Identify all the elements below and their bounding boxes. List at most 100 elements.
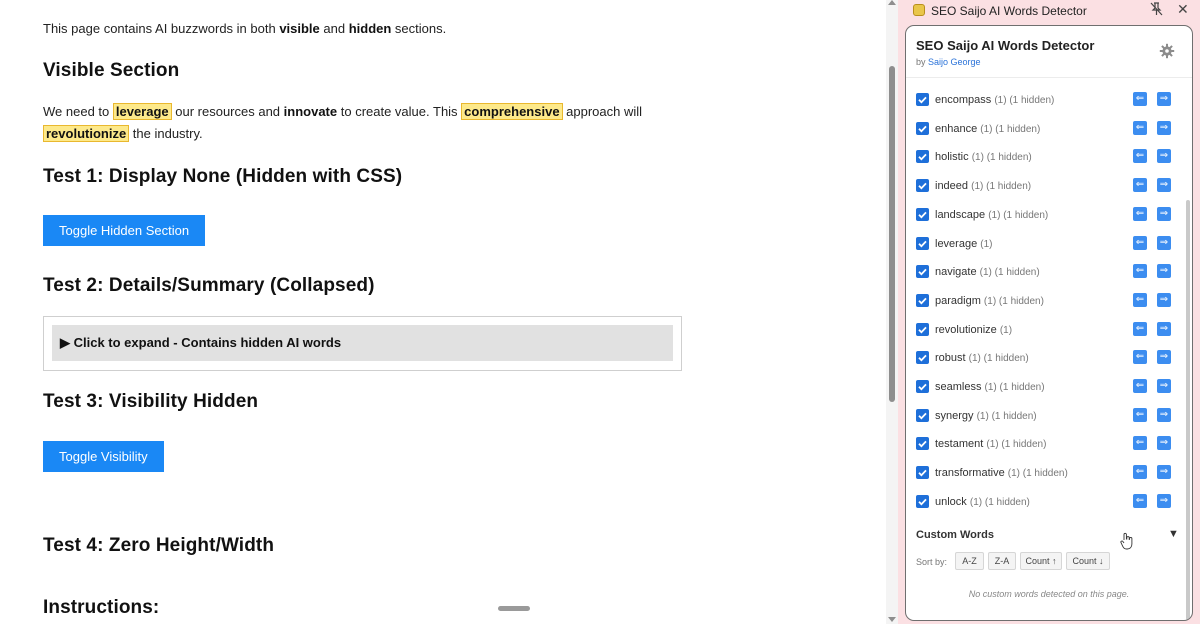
word-label: revolutionize (1) xyxy=(935,324,1012,336)
word-row: indeed (1) (1 hidden) ⇐ ⇒ xyxy=(906,176,1192,196)
author-link[interactable]: Saijo George xyxy=(928,57,981,67)
chevron-down-icon[interactable]: ▼ xyxy=(1168,528,1179,540)
word-checkbox[interactable] xyxy=(916,93,929,106)
previous-occurrence-icon[interactable]: ⇐ xyxy=(1133,149,1147,163)
word-count: (1) (1 hidden) xyxy=(986,439,1047,450)
word-checkbox[interactable] xyxy=(916,323,929,336)
previous-occurrence-icon[interactable]: ⇐ xyxy=(1133,178,1147,192)
word-label: robust (1) (1 hidden) xyxy=(935,352,1029,364)
previous-occurrence-icon[interactable]: ⇐ xyxy=(1133,92,1147,106)
word-label: leverage (1) xyxy=(935,238,993,250)
word-text: holistic xyxy=(935,151,969,163)
word-count: (1) (1 hidden) xyxy=(980,124,1041,135)
previous-occurrence-icon[interactable]: ⇐ xyxy=(1133,350,1147,364)
previous-occurrence-icon[interactable]: ⇐ xyxy=(1133,408,1147,422)
word-checkbox[interactable] xyxy=(916,351,929,364)
word-label: indeed (1) (1 hidden) xyxy=(935,180,1031,192)
previous-occurrence-icon[interactable]: ⇐ xyxy=(1133,236,1147,250)
word-checkbox[interactable] xyxy=(916,466,929,479)
word-checkbox[interactable] xyxy=(916,150,929,163)
word-label: transformative (1) (1 hidden) xyxy=(935,467,1068,479)
page-scrollbar-thumb[interactable] xyxy=(889,66,895,402)
next-occurrence-icon[interactable]: ⇒ xyxy=(1157,92,1171,106)
next-occurrence-icon[interactable]: ⇒ xyxy=(1157,494,1171,508)
card-scrollbar[interactable] xyxy=(1185,82,1191,620)
word-checkbox[interactable] xyxy=(916,122,929,135)
word-label: enhance (1) (1 hidden) xyxy=(935,123,1040,135)
word-checkbox[interactable] xyxy=(916,409,929,422)
word-row: enhance (1) (1 hidden) ⇐ ⇒ xyxy=(906,119,1192,139)
next-occurrence-icon[interactable]: ⇒ xyxy=(1157,236,1171,250)
previous-occurrence-icon[interactable]: ⇐ xyxy=(1133,494,1147,508)
previous-occurrence-icon[interactable]: ⇐ xyxy=(1133,379,1147,393)
word-checkbox[interactable] xyxy=(916,265,929,278)
word-text: leverage xyxy=(935,238,978,250)
extension-side-panel: SEO Saijo AI Words Detector ✕ SEO Saijo … xyxy=(898,0,1200,624)
previous-occurrence-icon[interactable]: ⇐ xyxy=(1133,322,1147,336)
word-row: holistic (1) (1 hidden) ⇐ ⇒ xyxy=(906,147,1192,167)
word-row: navigate (1) (1 hidden) ⇐ ⇒ xyxy=(906,262,1192,282)
next-occurrence-icon[interactable]: ⇒ xyxy=(1157,121,1171,135)
word-checkbox[interactable] xyxy=(916,237,929,250)
para-text-4: approach will xyxy=(562,104,643,119)
next-occurrence-icon[interactable]: ⇒ xyxy=(1157,322,1171,336)
word-checkbox[interactable] xyxy=(916,294,929,307)
next-occurrence-icon[interactable]: ⇒ xyxy=(1157,379,1171,393)
word-checkbox[interactable] xyxy=(916,208,929,221)
word-row: revolutionize (1) ⇐ ⇒ xyxy=(906,320,1192,340)
page-scrollbar[interactable] xyxy=(886,0,898,624)
next-occurrence-icon[interactable]: ⇒ xyxy=(1157,436,1171,450)
word-label: holistic (1) (1 hidden) xyxy=(935,151,1032,163)
gear-icon[interactable] xyxy=(1159,43,1175,59)
next-occurrence-icon[interactable]: ⇒ xyxy=(1157,465,1171,479)
sort-za-button[interactable]: Z-A xyxy=(988,552,1016,570)
word-checkbox[interactable] xyxy=(916,495,929,508)
word-text: robust xyxy=(935,352,966,364)
word-count: (1) (1 hidden) xyxy=(971,152,1032,163)
detector-card: SEO Saijo AI Words Detector by Saijo Geo… xyxy=(905,25,1193,621)
previous-occurrence-icon[interactable]: ⇐ xyxy=(1133,207,1147,221)
word-row: robust (1) (1 hidden) ⇐ ⇒ xyxy=(906,348,1192,368)
sort-count-desc-button[interactable]: Count ↓ xyxy=(1066,552,1110,570)
sort-az-button[interactable]: A-Z xyxy=(955,552,984,570)
resize-handle[interactable] xyxy=(498,606,530,611)
para-text-2: our resources and xyxy=(171,104,284,119)
word-count: (1) (1 hidden) xyxy=(969,497,1030,508)
custom-words-empty-message: No custom words detected on this page. xyxy=(968,589,1130,599)
next-occurrence-icon[interactable]: ⇒ xyxy=(1157,408,1171,422)
previous-occurrence-icon[interactable]: ⇐ xyxy=(1133,293,1147,307)
card-scrollbar-thumb[interactable] xyxy=(1186,200,1190,620)
close-icon[interactable]: ✕ xyxy=(1177,1,1189,18)
word-row: unlock (1) (1 hidden) ⇐ ⇒ xyxy=(906,492,1192,512)
test2-heading: Test 2: Details/Summary (Collapsed) xyxy=(43,275,375,296)
word-checkbox[interactable] xyxy=(916,380,929,393)
word-count: (1) (1 hidden) xyxy=(979,267,1040,278)
by-text: by xyxy=(916,57,929,67)
scroll-up-icon[interactable] xyxy=(888,0,896,5)
next-occurrence-icon[interactable]: ⇒ xyxy=(1157,149,1171,163)
previous-occurrence-icon[interactable]: ⇐ xyxy=(1133,465,1147,479)
sort-count-asc-button[interactable]: Count ↑ xyxy=(1020,552,1062,570)
toggle-visibility-button[interactable]: Toggle Visibility xyxy=(43,441,164,472)
word-checkbox[interactable] xyxy=(916,179,929,192)
previous-occurrence-icon[interactable]: ⇐ xyxy=(1133,264,1147,278)
next-occurrence-icon[interactable]: ⇒ xyxy=(1157,350,1171,364)
word-text: revolutionize xyxy=(935,324,997,336)
word-row: transformative (1) (1 hidden) ⇐ ⇒ xyxy=(906,463,1192,483)
next-occurrence-icon[interactable]: ⇒ xyxy=(1157,264,1171,278)
highlight-revolutionize: revolutionize xyxy=(43,125,130,142)
next-occurrence-icon[interactable]: ⇒ xyxy=(1157,178,1171,192)
custom-words-title[interactable]: Custom Words xyxy=(916,529,994,541)
word-text: transformative xyxy=(935,467,1005,479)
next-occurrence-icon[interactable]: ⇒ xyxy=(1157,207,1171,221)
intro-prefix: This page contains AI buzzwords in both xyxy=(43,21,280,36)
pin-off-icon[interactable] xyxy=(1150,2,1163,19)
details-summary[interactable]: ▶ Click to expand - Contains hidden AI w… xyxy=(52,325,673,361)
word-text: testament xyxy=(935,438,984,450)
next-occurrence-icon[interactable]: ⇒ xyxy=(1157,293,1171,307)
scroll-down-icon[interactable] xyxy=(888,617,896,622)
word-checkbox[interactable] xyxy=(916,437,929,450)
previous-occurrence-icon[interactable]: ⇐ xyxy=(1133,121,1147,135)
previous-occurrence-icon[interactable]: ⇐ xyxy=(1133,436,1147,450)
toggle-hidden-section-button[interactable]: Toggle Hidden Section xyxy=(43,215,206,246)
